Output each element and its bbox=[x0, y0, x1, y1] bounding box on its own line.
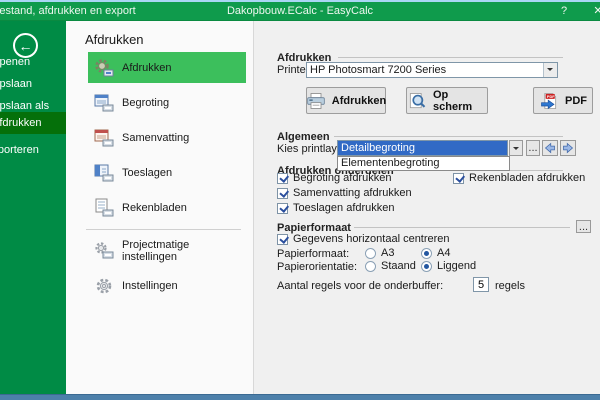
layout-more-button[interactable]: ... bbox=[526, 140, 540, 156]
radio-liggend[interactable]: Liggend bbox=[421, 260, 476, 272]
nav-item-projectmatige-instellingen[interactable]: Projectmatige instellingen bbox=[88, 232, 246, 270]
checkbox-horizontaal-centreren[interactable]: Gegevens horizontaal centreren bbox=[277, 233, 450, 245]
summary-printer-icon bbox=[94, 128, 114, 148]
preview-button-label: Op scherm bbox=[433, 89, 487, 113]
radio-a4[interactable]: A4 bbox=[421, 247, 450, 259]
pdf-icon: PDF bbox=[539, 92, 559, 110]
checkbox-samenvatting-afdrukken[interactable]: Samenvatting afdrukken bbox=[277, 187, 412, 199]
panel-title: Afdrukken bbox=[85, 32, 144, 47]
sidebar-item-openen[interactable]: Openen bbox=[0, 51, 66, 73]
layout-next-button[interactable] bbox=[560, 140, 576, 156]
easycalc-print-window: Bestand, afdrukken en export Dakopbouw.E… bbox=[0, 0, 600, 400]
arrow-left-icon bbox=[544, 142, 556, 154]
project-settings-printer-icon bbox=[94, 241, 114, 261]
pdf-button[interactable]: PDF PDF bbox=[533, 87, 593, 114]
nav-item-rekenbladen[interactable]: Rekenbladen bbox=[88, 192, 246, 223]
radio-icon bbox=[421, 248, 432, 259]
titlebar: Bestand, afdrukken en export Dakopbouw.E… bbox=[0, 2, 600, 21]
budget-printer-icon bbox=[94, 93, 114, 113]
checkbox-icon bbox=[277, 173, 288, 184]
print-button-label: Afdrukken bbox=[332, 95, 386, 107]
checkbox-icon bbox=[277, 234, 288, 245]
checkbox-icon bbox=[453, 173, 464, 184]
printer-select-value: HP Photosmart 7200 Series bbox=[307, 63, 543, 77]
print-options-content: Afdrukken Printer: HP Photosmart 7200 Se… bbox=[254, 21, 600, 395]
sidebar-item-exporteren[interactable]: Exporteren bbox=[0, 139, 66, 161]
buffer-lines-suffix: regels bbox=[495, 280, 525, 292]
paper-size-label: Papierformaat: bbox=[277, 248, 349, 260]
print-sections-panel: Afdrukken Afdrukken Begroting bbox=[66, 21, 254, 395]
printer-icon bbox=[306, 92, 326, 110]
layout-previous-button[interactable] bbox=[542, 140, 558, 156]
layout-dropdown-option[interactable]: Elementenbegroting bbox=[338, 157, 509, 170]
close-button[interactable]: ✕ bbox=[590, 2, 600, 20]
sidebar-item-opslaan[interactable]: Opslaan bbox=[0, 73, 66, 95]
print-button[interactable]: Afdrukken bbox=[306, 87, 386, 114]
backstage-sidebar: ← Openen Opslaan Opslaan als Afdrukken E… bbox=[0, 21, 66, 395]
group-rule bbox=[334, 136, 563, 137]
printer-select[interactable]: HP Photosmart 7200 Series bbox=[306, 62, 558, 78]
nav-item-afdrukken[interactable]: Afdrukken bbox=[88, 52, 246, 83]
nav-item-toeslagen[interactable]: Toeslagen bbox=[88, 157, 246, 188]
preview-on-screen-button[interactable]: Op scherm bbox=[406, 87, 488, 114]
gear-icon bbox=[94, 276, 114, 296]
nav-divider bbox=[86, 229, 241, 230]
worksheets-printer-icon bbox=[94, 198, 114, 218]
surcharges-printer-icon bbox=[94, 163, 114, 183]
radio-staand[interactable]: Staand bbox=[365, 260, 416, 272]
group-title-algemeen: Algemeen bbox=[277, 131, 330, 143]
window-bottom-bar bbox=[0, 394, 600, 400]
gear-printer-icon bbox=[94, 58, 114, 78]
radio-icon bbox=[421, 261, 432, 272]
group-rule bbox=[354, 227, 570, 228]
buffer-lines-label: Aantal regels voor de onderbuffer: bbox=[277, 280, 443, 292]
nav-item-samenvatting[interactable]: Samenvatting bbox=[88, 122, 246, 153]
radio-icon bbox=[365, 248, 376, 259]
checkbox-toeslagen-afdrukken[interactable]: Toeslagen afdrukken bbox=[277, 202, 395, 214]
arrow-right-icon bbox=[562, 142, 574, 154]
layout-dropdown-button[interactable] bbox=[509, 140, 523, 156]
layout-dropdown-list: Elementenbegroting bbox=[337, 156, 510, 171]
radio-a3[interactable]: A3 bbox=[365, 247, 394, 259]
print-layout-selected-value: Detailbegroting bbox=[338, 141, 507, 155]
checkbox-begroting-afdrukken[interactable]: Begroting afdrukken bbox=[277, 172, 391, 184]
help-button[interactable]: ? bbox=[556, 2, 572, 20]
print-layout-select[interactable]: Detailbegroting bbox=[337, 140, 508, 156]
svg-text:PDF: PDF bbox=[547, 95, 555, 99]
checkbox-icon bbox=[277, 203, 288, 214]
radio-icon bbox=[365, 261, 376, 272]
chevron-down-icon[interactable] bbox=[543, 63, 557, 77]
sidebar-item-afdrukken[interactable]: Afdrukken bbox=[0, 112, 66, 134]
group-rule bbox=[338, 57, 563, 58]
buffer-lines-input[interactable] bbox=[473, 277, 489, 292]
paper-more-button[interactable]: ... bbox=[576, 220, 591, 233]
nav-item-instellingen[interactable]: Instellingen bbox=[88, 270, 246, 301]
paper-orientation-label: Papierorientatie: bbox=[277, 261, 357, 273]
chevron-down-icon bbox=[513, 147, 519, 153]
nav-item-begroting[interactable]: Begroting bbox=[88, 87, 246, 118]
screen-preview-icon bbox=[407, 92, 427, 110]
checkbox-rekenbladen-afdrukken[interactable]: Rekenbladen afdrukken bbox=[453, 172, 585, 184]
document-title: Dakopbouw.ECalc - EasyCalc bbox=[0, 2, 600, 20]
checkbox-icon bbox=[277, 188, 288, 199]
pdf-button-label: PDF bbox=[565, 95, 587, 107]
